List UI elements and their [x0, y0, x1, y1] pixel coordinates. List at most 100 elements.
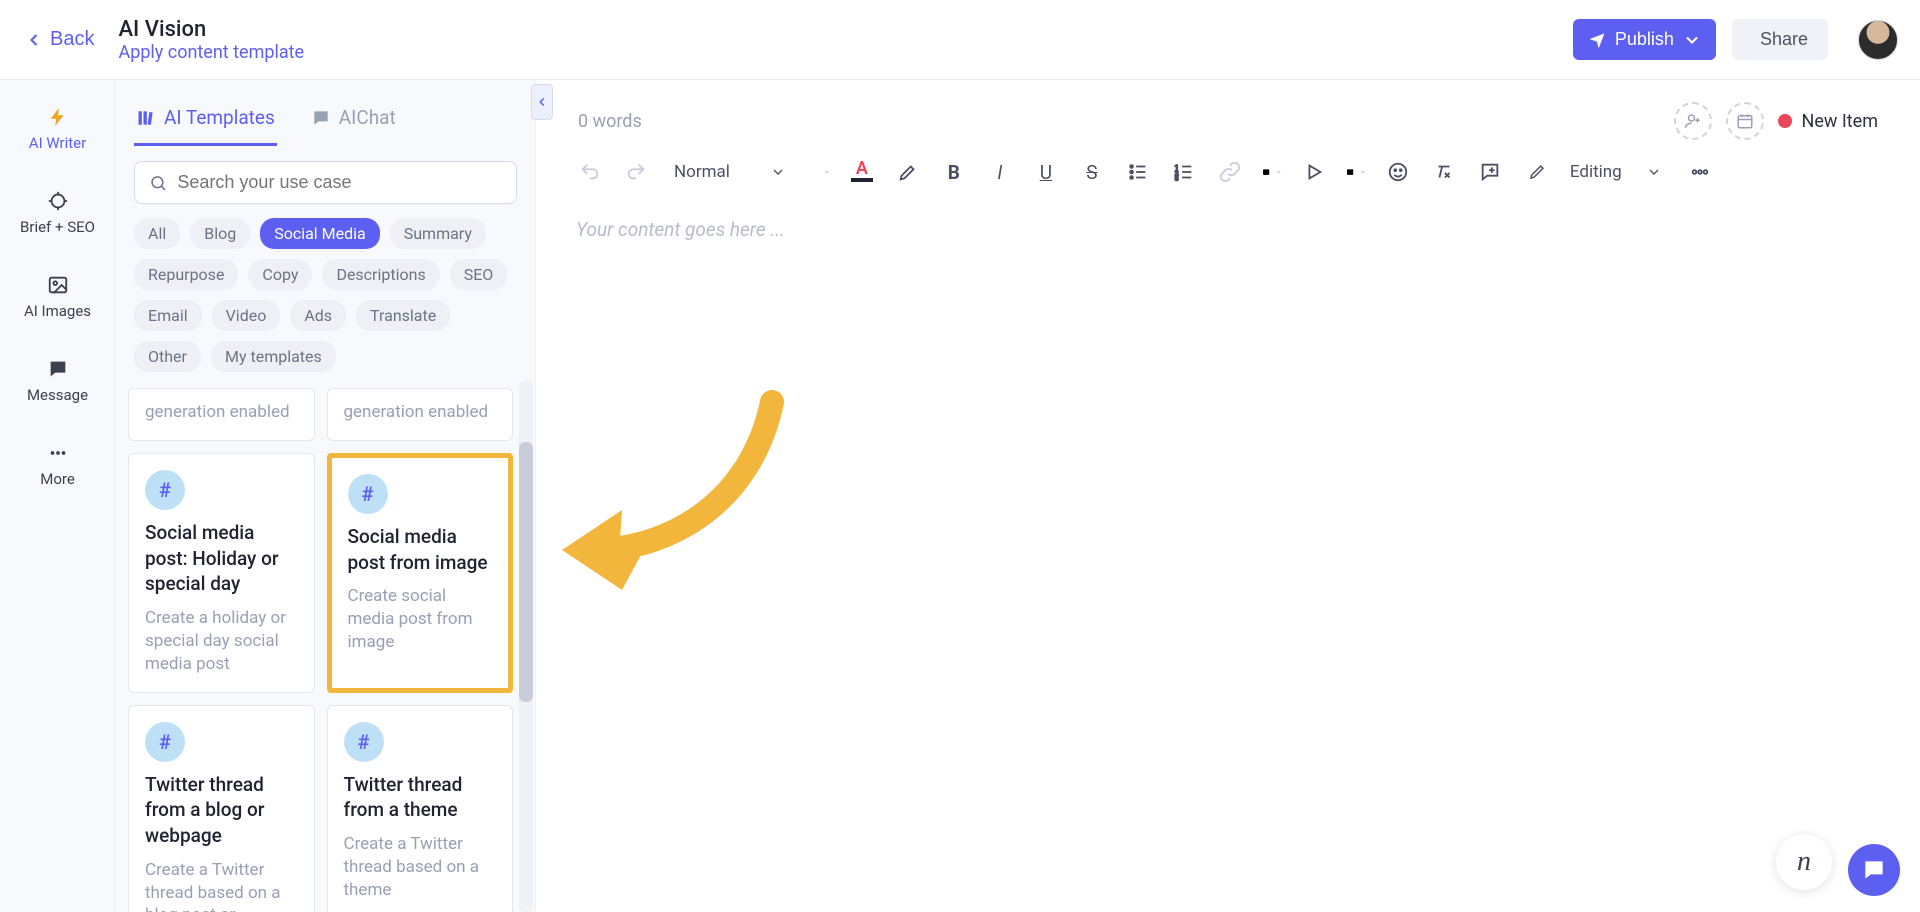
link-icon [1219, 161, 1241, 183]
chip-video[interactable]: Video [212, 300, 281, 331]
search-box[interactable] [134, 161, 517, 204]
hash-icon: # [348, 474, 388, 514]
template-card-twitter-theme[interactable]: # Twitter thread from a theme Create a T… [327, 705, 514, 912]
card-desc: generation enabled [344, 401, 497, 424]
undo-button[interactable] [576, 158, 604, 186]
editor-placeholder: Your content goes here ... [576, 218, 1880, 241]
table-insert-select[interactable] [1346, 165, 1366, 179]
template-card-from-image[interactable]: # Social media post from image Create so… [327, 453, 514, 693]
main-layout: AI Writer Brief + SEO AI Images Message … [0, 80, 1920, 912]
publish-label: Publish [1615, 29, 1674, 50]
chip-descriptions[interactable]: Descriptions [322, 259, 439, 290]
cards-area: generation enabled generation enabled # … [116, 380, 535, 912]
apply-template-link[interactable]: Apply content template [118, 42, 304, 63]
filter-chips: All Blog Social Media Summary Repurpose … [116, 214, 535, 380]
rail-item-ai-writer[interactable]: AI Writer [0, 98, 115, 160]
italic-button[interactable]: I [986, 158, 1014, 186]
template-card[interactable]: generation enabled [327, 388, 514, 441]
emoji-icon [1387, 161, 1409, 183]
chip-summary[interactable]: Summary [390, 218, 486, 249]
redo-button[interactable] [622, 158, 650, 186]
text-color-button[interactable]: A [848, 158, 876, 186]
status-pill[interactable]: New Item [1778, 111, 1879, 132]
emoji-button[interactable] [1384, 158, 1412, 186]
play-icon [1303, 161, 1325, 183]
title-area: AI Vision Apply content template [118, 17, 304, 63]
rail-item-more[interactable]: More [0, 434, 115, 496]
user-plus-icon [1684, 112, 1702, 130]
pencil-icon [1528, 163, 1546, 181]
align-select[interactable] [810, 165, 830, 179]
template-card-holiday[interactable]: # Social media post: Holiday or special … [128, 453, 315, 693]
template-card[interactable]: generation enabled [128, 388, 315, 441]
add-date-button[interactable] [1726, 102, 1764, 140]
chat-fab[interactable] [1848, 844, 1900, 896]
rail-label: Brief + SEO [20, 218, 95, 236]
mode-label: Editing [1570, 162, 1622, 182]
comment-button[interactable] [1476, 158, 1504, 186]
search-input[interactable] [177, 172, 502, 193]
chip-seo[interactable]: SEO [450, 259, 508, 290]
chip-my-templates[interactable]: My templates [211, 341, 336, 372]
dots-icon [1689, 161, 1711, 183]
chip-email[interactable]: Email [134, 300, 202, 331]
chip-blog[interactable]: Blog [190, 218, 250, 249]
add-collaborator-button[interactable] [1674, 102, 1712, 140]
chevron-left-icon [24, 30, 44, 50]
card-title: Social media post: Holiday or special da… [145, 520, 298, 597]
link-button[interactable] [1216, 158, 1244, 186]
chip-all[interactable]: All [134, 218, 180, 249]
mode-select[interactable]: Editing [1522, 158, 1668, 186]
rail-label: More [40, 470, 75, 488]
hash-icon: # [145, 470, 185, 510]
chip-translate[interactable]: Translate [356, 300, 450, 331]
books-icon [136, 108, 156, 128]
template-card-twitter-blog[interactable]: # Twitter thread from a blog or webpage … [128, 705, 315, 912]
chip-ads[interactable]: Ads [290, 300, 346, 331]
strike-button[interactable]: S [1078, 158, 1106, 186]
table-icon [1346, 168, 1354, 176]
video-button[interactable] [1300, 158, 1328, 186]
chip-repurpose[interactable]: Repurpose [134, 259, 238, 290]
clear-format-button[interactable] [1430, 158, 1458, 186]
chip-other[interactable]: Other [134, 341, 201, 372]
rail-item-message[interactable]: Message [0, 350, 115, 412]
publish-button[interactable]: Publish [1573, 19, 1716, 60]
align-left-icon [810, 168, 818, 176]
chip-social-media[interactable]: Social Media [260, 218, 380, 249]
highlight-icon [897, 161, 919, 183]
rail-label: AI Writer [29, 134, 86, 152]
collapse-panel-button[interactable] [531, 84, 553, 120]
chip-copy[interactable]: Copy [248, 259, 312, 290]
avatar[interactable] [1858, 20, 1898, 60]
message-icon [47, 358, 69, 380]
card-title: Twitter thread from a blog or webpage [145, 772, 298, 849]
highlight-button[interactable] [894, 158, 922, 186]
editor-body[interactable]: Your content goes here ... [572, 202, 1884, 912]
underline-button[interactable]: U [1032, 158, 1060, 186]
brand-fab[interactable]: n [1776, 834, 1832, 890]
share-button[interactable]: Share [1732, 19, 1828, 60]
rail-item-ai-images[interactable]: AI Images [0, 266, 115, 328]
send-icon [1587, 30, 1607, 50]
bullet-list-button[interactable] [1124, 158, 1152, 186]
tab-ai-templates[interactable]: AI Templates [134, 96, 277, 146]
chat-bubble-icon [1861, 857, 1887, 883]
clear-format-icon [1433, 161, 1455, 183]
hash-icon: # [145, 722, 185, 762]
scrollbar-thumb[interactable] [519, 442, 533, 702]
block-style-select[interactable]: Normal [668, 158, 792, 186]
image-insert-select[interactable] [1262, 165, 1282, 179]
tab-ai-chat[interactable]: AIChat [309, 96, 398, 146]
bold-button[interactable]: B [940, 158, 968, 186]
card-desc: generation enabled [145, 401, 298, 424]
rail-item-brief-seo[interactable]: Brief + SEO [0, 182, 115, 244]
chat-icon [311, 108, 331, 128]
image-icon [47, 274, 69, 296]
back-button[interactable]: Back [16, 22, 102, 57]
ordered-list-button[interactable]: 123 [1170, 158, 1198, 186]
svg-text:3: 3 [1175, 174, 1179, 182]
page-title: AI Vision [118, 17, 304, 42]
more-button[interactable] [1686, 158, 1714, 186]
dots-icon [47, 442, 69, 464]
